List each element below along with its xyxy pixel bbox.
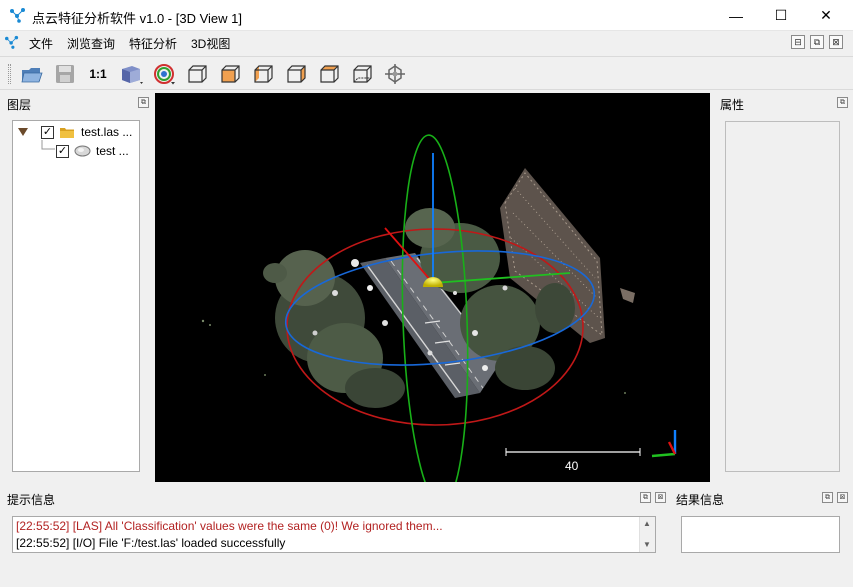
log-line-warning: [22:55:52] [LAS] All 'Classification' va…	[16, 519, 443, 533]
mdi-app-icon[interactable]	[4, 35, 20, 49]
app-logo-icon	[10, 8, 25, 23]
3d-viewport[interactable]: 40	[155, 93, 710, 482]
tree-item-test-cloud[interactable]: ✓ test ...	[56, 142, 129, 160]
menu-3d-view[interactable]: 3D视图	[191, 35, 230, 52]
front-view-icon[interactable]	[184, 61, 210, 87]
status-bar	[0, 565, 853, 587]
point-cloud-icon	[74, 145, 91, 157]
layers-tree: ✓ test.las ... ✓ test ...	[12, 120, 140, 472]
layers-float-button[interactable]: ⧉	[138, 97, 149, 108]
cloud-checkbox[interactable]: ✓	[56, 144, 69, 158]
scale-bar	[505, 448, 641, 456]
properties-float-button[interactable]: ⧉	[837, 97, 848, 108]
scroll-down-icon[interactable]: ▼	[643, 540, 651, 549]
tree-item-test-las[interactable]: ✓ test.las ...	[17, 123, 132, 141]
point-pick-icon[interactable]	[151, 61, 177, 87]
open-folder-icon[interactable]	[19, 61, 45, 87]
layer-label: test.las ...	[81, 125, 133, 139]
maximize-button[interactable]: ☐	[758, 0, 804, 31]
mdi-minimize-button[interactable]: ⊟	[791, 35, 805, 49]
toolbar: 1:1	[0, 56, 853, 90]
result-float-button[interactable]: ⧉	[822, 492, 833, 503]
point-cloud-render[interactable]	[155, 93, 710, 482]
menu-feature-analysis[interactable]: 特征分析	[129, 35, 177, 52]
mdi-close-button[interactable]: ⊠	[829, 35, 843, 49]
zoom-one-to-one-button[interactable]: 1:1	[85, 61, 111, 87]
view-cube-icon[interactable]	[118, 61, 144, 87]
bottom-view-icon[interactable]	[349, 61, 375, 87]
info-close-button[interactable]: ⊠	[655, 492, 666, 503]
result-area	[681, 516, 840, 553]
scale-label: 40	[565, 459, 579, 473]
back-view-icon[interactable]	[217, 61, 243, 87]
pivot-icon[interactable]	[382, 61, 408, 87]
toolbar-grip[interactable]	[8, 64, 11, 84]
top-view-icon[interactable]	[316, 61, 342, 87]
log-line-info: [22:55:52] [I/O] File 'F:/test.las' load…	[16, 536, 286, 550]
properties-panel-title: 属性	[720, 98, 745, 112]
log-scrollbar[interactable]: ▲ ▼	[639, 517, 655, 552]
left-view-icon[interactable]	[250, 61, 276, 87]
result-close-button[interactable]: ⊠	[837, 492, 848, 503]
mdi-restore-button[interactable]: ⧉	[810, 35, 824, 49]
info-panel-title: 提示信息	[7, 493, 56, 507]
save-icon[interactable]	[52, 61, 78, 87]
close-button[interactable]: ✕	[803, 0, 849, 31]
folder-icon	[60, 127, 74, 138]
axis-triad	[651, 430, 677, 458]
expand-triangle-icon[interactable]	[17, 127, 29, 137]
menu-browse-query[interactable]: 浏览查询	[67, 35, 115, 52]
properties-area	[725, 121, 840, 472]
minimize-button[interactable]: —	[713, 0, 759, 31]
cloud-label: test ...	[96, 144, 129, 158]
result-panel-title: 结果信息	[676, 493, 725, 507]
window-title: 点云特征分析软件 v1.0 - [3D View 1]	[32, 11, 242, 26]
right-view-icon[interactable]	[283, 61, 309, 87]
menu-file[interactable]: 文件	[29, 35, 53, 52]
info-float-button[interactable]: ⧉	[640, 492, 651, 503]
layer-checkbox[interactable]: ✓	[41, 125, 54, 139]
log-console[interactable]: [22:55:52] [LAS] All 'Classification' va…	[12, 516, 656, 553]
layers-panel-title: 图层	[7, 98, 32, 112]
scroll-up-icon[interactable]: ▲	[643, 519, 651, 528]
title-bar: 点云特征分析软件 v1.0 - [3D View 1] — ☐ ✕	[0, 0, 853, 31]
menu-bar: 文件 浏览查询 特征分析 3D视图 ⊟ ⧉ ⊠	[0, 31, 853, 54]
